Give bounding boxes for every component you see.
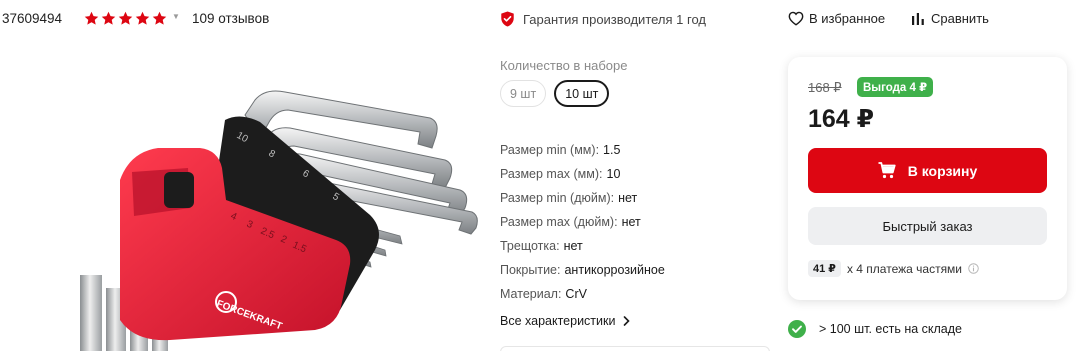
cart-icon (878, 162, 896, 179)
current-price: 164 ₽ (808, 105, 875, 133)
specs-list: Размер min (мм): 1.5 Размер max (мм): 10 Р… (500, 143, 665, 311)
spec-name: Материал: (500, 287, 562, 301)
add-to-cart-button[interactable]: В корзину (808, 148, 1047, 193)
spec-value: нет (618, 191, 638, 205)
product-header: 37609494 ▼ 109 отзывов Гарантия производ… (0, 0, 1090, 40)
spec-row: Материал: CrV (500, 287, 665, 311)
guarantee-label: Гарантия производителя 1 год (523, 11, 706, 27)
favorites-label: В избранное (809, 11, 886, 26)
spec-row: Покрытие: антикоррозийное (500, 263, 665, 287)
spec-value: CrV (565, 287, 587, 301)
quantity-label: Количество в наборе (500, 58, 628, 73)
add-to-favorites-button[interactable]: В избранное (788, 11, 885, 26)
old-price: 168 ₽ (808, 80, 842, 95)
compare-label: Сравнить (931, 11, 989, 26)
spec-value: нет (563, 239, 583, 253)
reviews-link[interactable]: 109 отзывов (192, 11, 269, 26)
spec-name: Покрытие: (500, 263, 561, 277)
rating-stars[interactable] (84, 11, 167, 26)
benefit-badge: Выгода 4 ₽ (857, 77, 934, 97)
next-section-edge (500, 346, 770, 351)
star-icon (101, 11, 116, 25)
star-icon (84, 11, 99, 25)
spec-row: Размер max (дюйм): нет (500, 215, 665, 239)
spec-name: Размер min (дюйм): (500, 191, 615, 205)
compare-bars-icon (912, 12, 924, 25)
stock-label: > 100 шт. есть на складе (819, 322, 963, 336)
spec-name: Размер max (мм): (500, 167, 603, 181)
product-image[interactable]: 10 8 6 5 4 3 2.5 2 1.5 FORCEKRAFT (40, 40, 500, 351)
star-icon (135, 11, 150, 25)
quantity-options: 9 шт 10 шт (500, 80, 610, 107)
option-10-pcs[interactable]: 10 шт (554, 80, 610, 107)
spec-name: Размер min (мм): (500, 143, 600, 157)
spec-value: антикоррозийное (564, 263, 665, 277)
spec-row: Трещотка: нет (500, 239, 665, 263)
caret-down-icon[interactable]: ▼ (172, 12, 180, 21)
info-icon[interactable] (968, 263, 979, 274)
spec-value: нет (621, 215, 641, 229)
chevron-right-icon (624, 316, 631, 326)
quick-order-button[interactable]: Быстрый заказ (808, 207, 1047, 245)
spec-row: Размер min (дюйм): нет (500, 191, 665, 215)
spec-name: Трещотка: (500, 239, 560, 253)
shield-icon (501, 11, 514, 27)
option-9-pcs[interactable]: 9 шт (500, 80, 547, 107)
price-card: 168 ₽ Выгода 4 ₽ 164 ₽ В корзину Быстрый… (788, 57, 1067, 300)
installment-info[interactable]: 41 ₽ х 4 платежа частями (808, 260, 979, 277)
spec-value: 1.5 (603, 143, 621, 157)
installment-amount: 41 ₽ (808, 260, 841, 277)
hex-key-set-illustration: 10 8 6 5 4 3 2.5 2 1.5 FORCEKRAFT (80, 90, 478, 351)
spec-row: Размер max (мм): 10 (500, 167, 665, 191)
cart-label: В корзину (907, 162, 978, 179)
spec-value: 10 (606, 167, 621, 181)
all-specs-link[interactable]: Все характеристики (500, 314, 631, 328)
star-icon (118, 11, 133, 25)
guarantee-info: Гарантия производителя 1 год (500, 11, 706, 27)
stock-status: > 100 шт. есть на складе (788, 320, 962, 338)
product-sku: 37609494 (2, 11, 63, 26)
spec-name: Размер max (дюйм): (500, 215, 618, 229)
heart-icon (788, 11, 804, 26)
check-circle-icon (788, 320, 806, 338)
installment-text: х 4 платежа частями (846, 261, 963, 276)
spec-row: Размер min (мм): 1.5 (500, 143, 665, 167)
all-specs-label: Все характеристики (500, 314, 616, 328)
compare-button[interactable]: Сравнить (912, 11, 989, 26)
star-icon (152, 11, 167, 25)
